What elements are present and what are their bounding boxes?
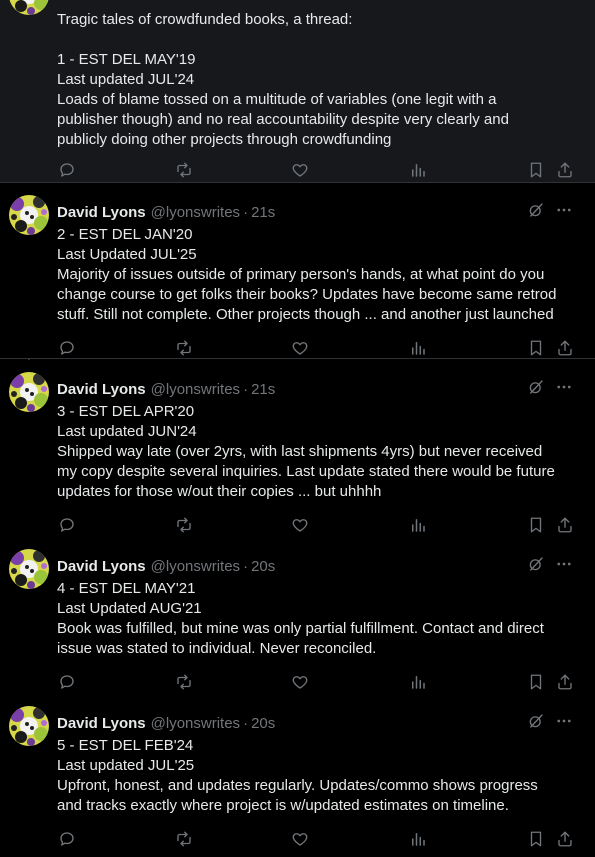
post-text: 4 - EST DEL MAY'21 Last Updated AUG'21 B… bbox=[57, 580, 544, 657]
share-icon[interactable] bbox=[555, 672, 575, 692]
more-icon[interactable] bbox=[555, 712, 573, 736]
avatar[interactable] bbox=[9, 372, 49, 412]
more-icon[interactable] bbox=[555, 555, 573, 579]
post-text: Tragic tales of crowdfunded books, a thr… bbox=[57, 11, 509, 148]
post-header: David Lyons @lyonswrites · 20s bbox=[57, 714, 585, 734]
grok-icon[interactable] bbox=[527, 712, 545, 736]
separator-dot: · bbox=[243, 204, 249, 221]
thread-feed: Tragic tales of crowdfunded books, a thr… bbox=[0, 0, 595, 857]
separator-dot: · bbox=[243, 715, 249, 732]
repost-icon[interactable] bbox=[174, 338, 194, 358]
author-name[interactable]: David Lyons bbox=[57, 557, 146, 577]
post-divider bbox=[0, 358, 595, 359]
post-time[interactable]: 21s bbox=[251, 203, 275, 223]
author-name[interactable]: David Lyons bbox=[57, 380, 146, 400]
post-time[interactable]: 21s bbox=[251, 380, 275, 400]
bookmark-icon[interactable] bbox=[526, 338, 546, 358]
views-icon[interactable] bbox=[408, 672, 428, 692]
post-text: 3 - EST DEL APR'20 Last updated JUN'24 S… bbox=[57, 403, 555, 500]
post-actions bbox=[57, 829, 585, 849]
author-handle[interactable]: @lyonswrites bbox=[151, 714, 240, 734]
repost-icon[interactable] bbox=[174, 515, 194, 535]
views-icon[interactable] bbox=[408, 829, 428, 849]
post-time[interactable]: 20s bbox=[251, 557, 275, 577]
post-actions bbox=[57, 338, 585, 358]
more-icon[interactable] bbox=[555, 378, 573, 402]
avatar[interactable] bbox=[9, 549, 49, 589]
like-icon[interactable] bbox=[290, 515, 310, 535]
bookmark-icon[interactable] bbox=[526, 829, 546, 849]
avatar[interactable] bbox=[9, 706, 49, 746]
views-icon[interactable] bbox=[408, 338, 428, 358]
like-icon[interactable] bbox=[290, 672, 310, 692]
repost-icon[interactable] bbox=[174, 672, 194, 692]
post-text: 2 - EST DEL JAN'20 Last Updated JUL'25 M… bbox=[57, 226, 557, 323]
reply-icon[interactable] bbox=[57, 160, 77, 180]
like-icon[interactable] bbox=[290, 338, 310, 358]
author-handle[interactable]: @lyonswrites bbox=[151, 380, 240, 400]
repost-icon[interactable] bbox=[174, 160, 194, 180]
header-icons bbox=[527, 380, 573, 400]
grok-icon[interactable] bbox=[527, 555, 545, 579]
grok-icon[interactable] bbox=[527, 378, 545, 402]
post-header: David Lyons @lyonswrites · 20s bbox=[57, 557, 585, 577]
repost-icon[interactable] bbox=[174, 829, 194, 849]
avatar[interactable] bbox=[9, 195, 49, 235]
separator-dot: · bbox=[243, 381, 249, 398]
reply-icon[interactable] bbox=[57, 829, 77, 849]
post-time[interactable]: 20s bbox=[251, 714, 275, 734]
views-icon[interactable] bbox=[408, 515, 428, 535]
more-icon[interactable] bbox=[555, 201, 573, 225]
share-icon[interactable] bbox=[555, 829, 575, 849]
reply-icon[interactable] bbox=[57, 515, 77, 535]
share-icon[interactable] bbox=[555, 338, 575, 358]
header-icons bbox=[527, 714, 573, 734]
post-header: David Lyons @lyonswrites · 21s bbox=[57, 380, 585, 400]
header-icons bbox=[527, 557, 573, 577]
post-text: 5 - EST DEL FEB'24 Last updated JUL'25 U… bbox=[57, 737, 538, 814]
reply-icon[interactable] bbox=[57, 672, 77, 692]
reply-icon[interactable] bbox=[57, 338, 77, 358]
like-icon[interactable] bbox=[290, 160, 310, 180]
bookmark-icon[interactable] bbox=[526, 160, 546, 180]
separator-dot: · bbox=[243, 558, 249, 575]
author-handle[interactable]: @lyonswrites bbox=[151, 203, 240, 223]
author-name[interactable]: David Lyons bbox=[57, 714, 146, 734]
post-header: David Lyons @lyonswrites · 21s bbox=[57, 203, 585, 223]
bookmark-icon[interactable] bbox=[526, 515, 546, 535]
share-icon[interactable] bbox=[555, 160, 575, 180]
bookmark-icon[interactable] bbox=[526, 672, 546, 692]
post-actions bbox=[57, 515, 585, 535]
like-icon[interactable] bbox=[290, 829, 310, 849]
views-icon[interactable] bbox=[408, 160, 428, 180]
post-actions bbox=[57, 672, 585, 692]
grok-icon[interactable] bbox=[527, 201, 545, 225]
author-handle[interactable]: @lyonswrites bbox=[151, 557, 240, 577]
header-icons bbox=[527, 203, 573, 223]
author-name[interactable]: David Lyons bbox=[57, 203, 146, 223]
post-actions bbox=[57, 160, 585, 180]
share-icon[interactable] bbox=[555, 515, 575, 535]
